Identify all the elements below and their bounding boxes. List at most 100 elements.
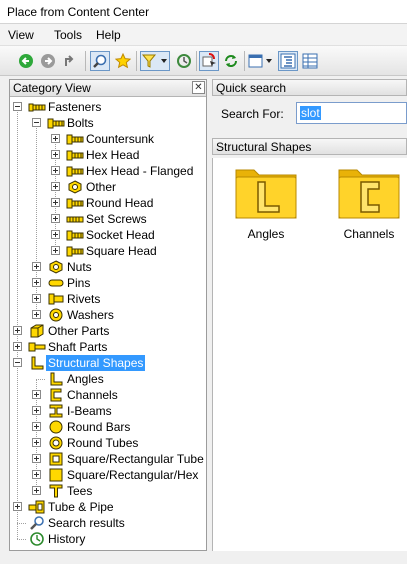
close-icon[interactable]: ✕ bbox=[192, 81, 205, 94]
search-icon[interactable] bbox=[90, 51, 110, 71]
member-select-icon[interactable] bbox=[199, 51, 219, 71]
washer-icon bbox=[47, 307, 65, 323]
expand-icon[interactable] bbox=[32, 406, 41, 415]
tree-item[interactable]: Countersunk bbox=[10, 131, 206, 147]
expand-icon[interactable] bbox=[51, 214, 60, 223]
tree-item[interactable]: Washers bbox=[10, 307, 206, 323]
folder-channels-icon[interactable] bbox=[337, 160, 401, 220]
tree-item[interactable]: Round Bars bbox=[10, 419, 206, 435]
expand-icon[interactable] bbox=[51, 182, 60, 191]
tree-item[interactable]: Set Screws bbox=[10, 211, 206, 227]
expand-icon[interactable] bbox=[32, 390, 41, 399]
tree-item-label: Square/Rectangular Tube bbox=[67, 452, 204, 466]
tree-item[interactable]: Fasteners bbox=[10, 99, 206, 115]
expand-icon[interactable] bbox=[32, 438, 41, 447]
tree-item-label: Socket Head bbox=[86, 228, 155, 242]
tree-item[interactable]: History bbox=[10, 531, 206, 547]
update-icon[interactable] bbox=[221, 51, 241, 71]
expand-icon[interactable] bbox=[32, 262, 41, 271]
menu-help[interactable]: Help bbox=[96, 28, 121, 42]
refresh-icon[interactable] bbox=[174, 51, 194, 71]
fastener-icon bbox=[28, 99, 46, 115]
tree-item-label: I-Beams bbox=[67, 404, 112, 418]
collapse-icon[interactable] bbox=[13, 102, 22, 111]
tree-item-label: Round Tubes bbox=[67, 436, 139, 450]
expand-icon[interactable] bbox=[32, 470, 41, 479]
expand-icon[interactable] bbox=[32, 310, 41, 319]
pin-icon bbox=[47, 275, 65, 291]
squarebar-icon bbox=[47, 467, 65, 483]
angle-icon bbox=[47, 371, 65, 387]
history-icon bbox=[28, 531, 46, 547]
expand-icon[interactable] bbox=[13, 502, 22, 511]
tree-item[interactable]: Square/Rectangular/Hex bbox=[10, 467, 206, 483]
folder-label-channels: Channels bbox=[343, 227, 395, 241]
tee-icon bbox=[47, 483, 65, 499]
tree-item-label: Other bbox=[86, 180, 117, 194]
expand-icon[interactable] bbox=[32, 278, 41, 287]
menu-tools[interactable]: Tools bbox=[54, 28, 82, 42]
squaretube-icon bbox=[47, 451, 65, 467]
structural-shapes-header: Structural Shapes bbox=[212, 138, 407, 155]
up-level-icon[interactable] bbox=[60, 51, 80, 71]
tree-item[interactable]: Socket Head bbox=[10, 227, 206, 243]
collapse-icon[interactable] bbox=[32, 118, 41, 127]
screw-icon bbox=[66, 211, 84, 227]
expand-icon[interactable] bbox=[51, 246, 60, 255]
expand-icon[interactable] bbox=[51, 150, 60, 159]
search-input[interactable]: slot bbox=[296, 102, 407, 124]
expand-icon[interactable] bbox=[32, 294, 41, 303]
tree-item[interactable]: Search results bbox=[10, 515, 206, 531]
tree-item[interactable]: Rivets bbox=[10, 291, 206, 307]
expand-icon[interactable] bbox=[51, 230, 60, 239]
structural-shapes-title: Structural Shapes bbox=[216, 140, 312, 154]
expand-icon[interactable] bbox=[51, 198, 60, 207]
tree-item[interactable]: Hex Head bbox=[10, 147, 206, 163]
tree-item-label: Set Screws bbox=[86, 212, 147, 226]
expand-icon[interactable] bbox=[32, 486, 41, 495]
forward-arrow-icon[interactable] bbox=[38, 51, 58, 71]
tree-item[interactable]: Round Tubes bbox=[10, 435, 206, 451]
menu-view[interactable]: View bbox=[8, 28, 34, 42]
collapse-icon[interactable] bbox=[13, 358, 22, 367]
folder-view: Angles Channels bbox=[212, 158, 407, 551]
tree-item-label: History bbox=[48, 532, 86, 546]
tree-item[interactable]: Shaft Parts bbox=[10, 339, 206, 355]
tree-item[interactable]: Structural Shapes bbox=[10, 355, 206, 371]
tree-item[interactable]: Pins bbox=[10, 275, 206, 291]
menu-bar: View Tools Help bbox=[0, 24, 407, 46]
tree-item[interactable]: Channels bbox=[10, 387, 206, 403]
tree-item[interactable]: Angles bbox=[10, 371, 206, 387]
channel-icon bbox=[47, 387, 65, 403]
expand-icon[interactable] bbox=[13, 342, 22, 351]
tree-view-icon[interactable] bbox=[278, 51, 298, 71]
tree-item[interactable]: Other Parts bbox=[10, 323, 206, 339]
filter-icon[interactable] bbox=[140, 51, 170, 71]
expand-icon[interactable] bbox=[32, 454, 41, 463]
expand-icon[interactable] bbox=[13, 326, 22, 335]
tree-item[interactable]: Square/Rectangular Tube bbox=[10, 451, 206, 467]
favorites-star-icon[interactable] bbox=[113, 51, 133, 71]
view-options-icon[interactable] bbox=[248, 51, 274, 71]
tree-item[interactable]: I-Beams bbox=[10, 403, 206, 419]
tree-item[interactable]: Square Head bbox=[10, 243, 206, 259]
table-view-icon[interactable] bbox=[300, 51, 320, 71]
expand-icon[interactable] bbox=[51, 134, 60, 143]
category-tree: Fasteners Bolts Countersunk Hex Head Hex Hea… bbox=[10, 98, 206, 550]
tree-item[interactable]: Bolts bbox=[10, 115, 206, 131]
tree-item[interactable]: Tube & Pipe bbox=[10, 499, 206, 515]
tree-item[interactable]: Round Head bbox=[10, 195, 206, 211]
expand-icon[interactable] bbox=[51, 166, 60, 175]
tree-item[interactable]: Tees bbox=[10, 483, 206, 499]
folder-angles-icon[interactable] bbox=[234, 160, 298, 220]
bolt-icon bbox=[66, 163, 84, 179]
tree-item-label: Search results bbox=[48, 516, 125, 530]
tree-item[interactable]: Nuts bbox=[10, 259, 206, 275]
tree-item[interactable]: Other bbox=[10, 179, 206, 195]
expand-icon[interactable] bbox=[32, 422, 41, 431]
tree-item[interactable]: Hex Head - Flanged bbox=[10, 163, 206, 179]
tree-item-label: Other Parts bbox=[48, 324, 110, 338]
back-arrow-icon[interactable] bbox=[16, 51, 36, 71]
quick-search-body: Search For: slot bbox=[212, 96, 407, 136]
tree-item-label: Round Bars bbox=[67, 420, 131, 434]
